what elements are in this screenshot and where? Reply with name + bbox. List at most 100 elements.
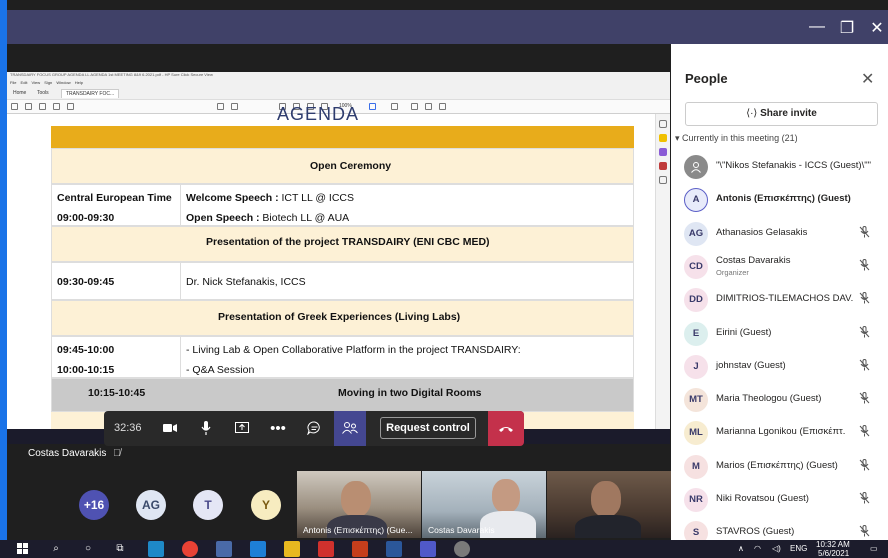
- leave-call-button[interactable]: [488, 411, 524, 446]
- page-icon: [11, 103, 18, 110]
- slot3-text: - Living Lab & Open Collaborative Platfo…: [186, 344, 521, 356]
- language-indicator[interactable]: ENG: [790, 544, 807, 553]
- participants-button[interactable]: [334, 411, 366, 446]
- pdf-window-title: TRANSDAIRY FOCUS GROUP AGENDA LL AGENDA …: [10, 72, 213, 77]
- powerpoint-icon[interactable]: [352, 541, 368, 557]
- avatar-y[interactable]: Y: [251, 490, 281, 520]
- share-screen-icon: [235, 422, 249, 433]
- pdf-menu-bar: File Edit View Sign Window Help: [10, 80, 83, 85]
- video-tile-costas[interactable]: Costas Davarakis: [422, 471, 546, 538]
- agenda-row-slot2: 09:30-09:45 Dr. Nick Stefanakis, ICCS: [51, 262, 634, 301]
- cortana-icon[interactable]: ○: [80, 541, 96, 557]
- overflow-participants[interactable]: +16: [79, 490, 109, 520]
- meeting-section-header[interactable]: ▾ Currently in this meeting (21): [675, 133, 798, 144]
- hang-up-icon: [499, 427, 513, 432]
- slot4-time: 10:00-10:15: [57, 364, 115, 376]
- share-invite-button[interactable]: ⟨·⟩ Share invite: [685, 102, 878, 126]
- edge-icon[interactable]: [148, 541, 164, 557]
- store-icon[interactable]: [216, 541, 232, 557]
- participant-avatar: ML: [684, 421, 708, 446]
- down-icon: [231, 103, 238, 110]
- pdf-tab-tools: Tools: [37, 90, 49, 96]
- app-icon[interactable]: [454, 541, 470, 557]
- video-label-antonis: Antonis (Επισκέπτης) (Gue...: [303, 525, 413, 535]
- participant-name: Maria Theologou (Guest): [716, 393, 822, 405]
- chat-button[interactable]: [298, 411, 330, 446]
- agenda-row-open-ceremony: Open Ceremony: [51, 148, 634, 184]
- people-panel: People ✕ ⟨·⟩ Share invite ▾ Currently in…: [671, 44, 888, 540]
- search-icon[interactable]: ⌕: [48, 541, 64, 557]
- pdf-tools-sidebar: [655, 114, 670, 444]
- volume-icon[interactable]: ◁): [772, 544, 781, 553]
- word-icon[interactable]: [386, 541, 402, 557]
- shared-screen: TRANSDAIRY FOCUS GROUP AGENDA LL AGENDA …: [7, 72, 670, 444]
- teams-icon[interactable]: [420, 541, 436, 557]
- clock-date[interactable]: 5/6/2021: [818, 549, 849, 558]
- panel-close-icon[interactable]: ✕: [861, 69, 874, 89]
- cet-label: Central European Time: [57, 192, 172, 204]
- agenda-gold-bar: [51, 126, 634, 148]
- participant-avatar: S: [684, 521, 708, 540]
- participant-row[interactable]: CD Costas Davarakis Organizer: [671, 252, 888, 285]
- mic-muted-icon: [859, 292, 870, 307]
- chevron-down-icon: ▾: [675, 133, 683, 143]
- sign-icon: [439, 103, 446, 110]
- camera-button[interactable]: [154, 411, 186, 446]
- edit-tool-icon: [659, 148, 667, 156]
- file-explorer-icon[interactable]: [284, 541, 300, 557]
- notifications-icon[interactable]: ▭: [870, 544, 878, 553]
- chrome-icon[interactable]: [182, 541, 198, 557]
- mic-off-icon: 🎙̸: [113, 448, 121, 459]
- acrobat-icon[interactable]: [318, 541, 334, 557]
- agenda-row-slot5: 10:15-10:45 Moving in two Digital Rooms: [51, 378, 634, 412]
- close-icon[interactable]: ✕: [867, 18, 887, 38]
- mail-app-icon[interactable]: [250, 541, 266, 557]
- mic-muted-icon: [859, 425, 870, 440]
- participant-row[interactable]: E Eirini (Guest): [671, 319, 888, 352]
- restore-icon[interactable]: ❐: [837, 18, 857, 38]
- participant-avatar: NR: [684, 488, 708, 512]
- user-icon: [684, 155, 708, 179]
- participant-row[interactable]: AG Athanasios Gelasakis: [671, 219, 888, 252]
- mic-muted-icon: [859, 492, 870, 507]
- camera-icon: [163, 424, 177, 432]
- participant-row[interactable]: MT Maria Theologou (Guest): [671, 385, 888, 418]
- share-screen-button[interactable]: [226, 411, 258, 446]
- video-tile-third[interactable]: [547, 471, 671, 538]
- pen-icon: [425, 103, 432, 110]
- slot5-time: 10:15-10:45: [88, 387, 146, 399]
- minimize-icon[interactable]: —: [807, 18, 827, 36]
- participant-row[interactable]: M Marios (Επισκέπτης) (Guest): [671, 452, 888, 485]
- task-view-icon[interactable]: ⧉: [112, 541, 128, 557]
- tray-chevron-icon[interactable]: ∧: [738, 544, 744, 553]
- clock-time[interactable]: 10:32 AM: [816, 540, 850, 549]
- greek-heading: Presentation of Greek Experiences (Livin…: [218, 311, 461, 323]
- participant-row[interactable]: "\"Nikos Stefanakis - ICCS (Guest)\"": [671, 152, 888, 185]
- mic-muted-icon: [859, 458, 870, 474]
- participant-name: DIMITRIOS-TILEMACHOS DAV.: [716, 293, 854, 305]
- participant-row[interactable]: ML Marianna Lgonikou (Επισκέπτ.: [671, 418, 888, 451]
- participant-row[interactable]: A Antonis (Επισκέπτης) (Guest): [671, 185, 888, 218]
- more-actions-button[interactable]: •••: [262, 411, 294, 446]
- agenda-row-welcome: Central European Time 09:00-09:30 Welcom…: [51, 184, 634, 227]
- network-icon[interactable]: ◠: [754, 544, 761, 553]
- agenda-row-greek: Presentation of Greek Experiences (Livin…: [51, 300, 634, 336]
- participant-avatar: CD: [684, 254, 708, 279]
- participant-row[interactable]: Jjohnstav (Guest): [671, 352, 888, 385]
- people-icon: [342, 422, 358, 434]
- windows-start-icon[interactable]: [14, 541, 30, 557]
- avatar-t[interactable]: T: [193, 490, 223, 520]
- video-tile-antonis[interactable]: Antonis (Επισκέπτης) (Gue...: [297, 471, 421, 538]
- star-icon: [25, 103, 32, 110]
- mic-button[interactable]: [190, 411, 222, 446]
- more-tool-icon: [659, 176, 667, 184]
- microphone-icon: [201, 421, 211, 435]
- pdf-tab-document: TRANSDAIRY FOC...: [61, 89, 120, 98]
- participant-row[interactable]: NR Niki Rovatsou (Guest): [671, 485, 888, 518]
- mic-muted-icon: [859, 225, 870, 241]
- request-control-button[interactable]: Request control: [380, 417, 476, 439]
- avatar-ag[interactable]: AG: [136, 490, 166, 520]
- comment-icon: [411, 103, 418, 110]
- participant-row[interactable]: DD DIMITRIOS-TILEMACHOS DAV.: [671, 285, 888, 318]
- participant-row[interactable]: S STAVROS (Guest): [671, 518, 888, 540]
